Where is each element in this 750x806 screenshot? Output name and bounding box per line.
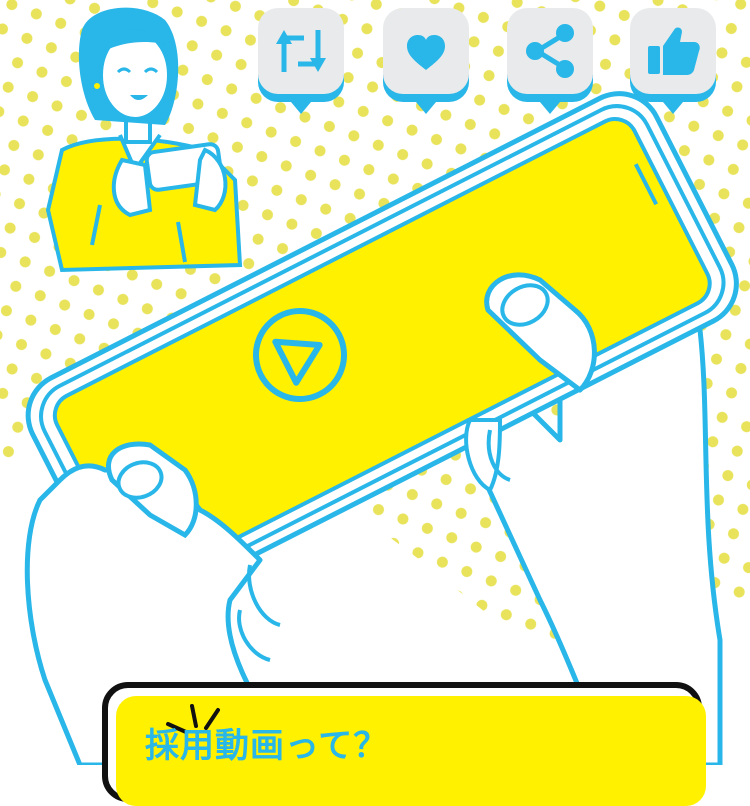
repost-icon [258,8,344,114]
like-button[interactable] [383,8,469,116]
thumbs-up-button[interactable] [630,8,716,116]
callout-title: 採用動画って？ [145,726,389,766]
heart-icon [383,8,469,114]
share-button[interactable] [507,8,593,116]
thumbs-up-icon [630,8,716,114]
share-icon [507,8,593,114]
repost-button[interactable] [258,8,344,116]
